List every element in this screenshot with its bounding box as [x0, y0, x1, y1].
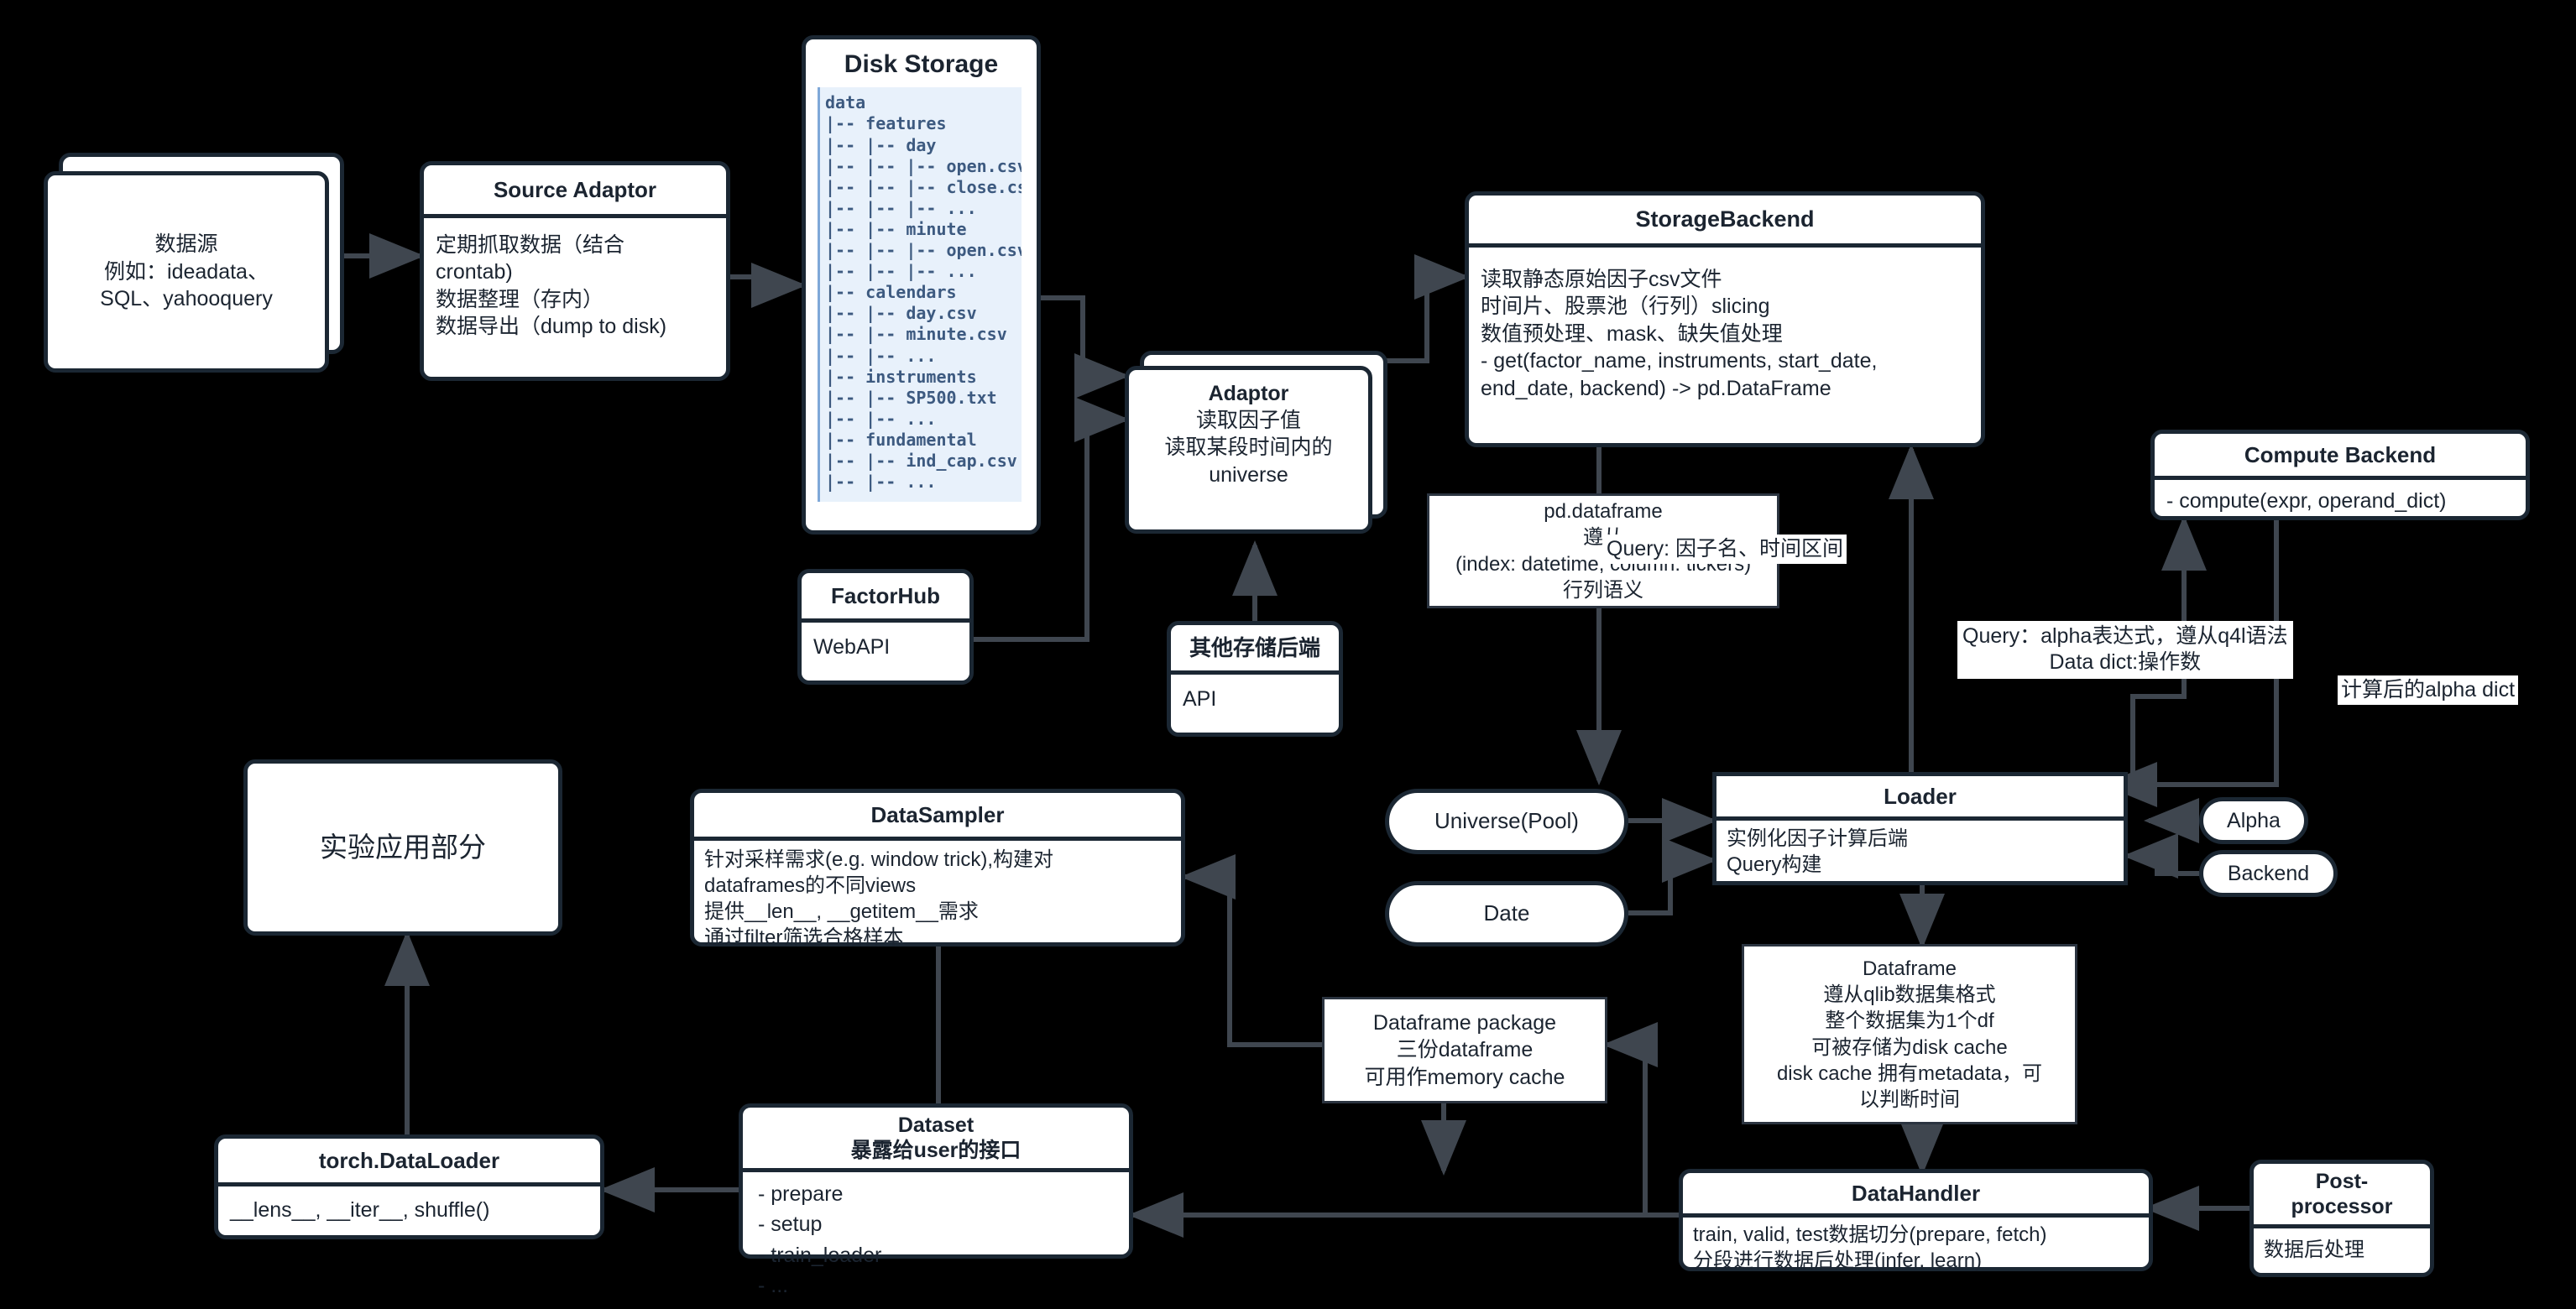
post-processor[interactable]: Post- processor 数据后处理	[2249, 1160, 2434, 1277]
edge-label-computed-alpha-dict: 计算后的alpha dict	[2338, 675, 2519, 706]
dataframe-package-body: Dataframe package 三份dataframe 可用作memory …	[1364, 1010, 1565, 1089]
storage-backend-body: 读取静态原始因子csv文件 时间片、股票池（行列）slicing 数值预处理、m…	[1481, 267, 1878, 400]
disk-storage[interactable]: Disk Storage data |-- features |-- |-- d…	[802, 35, 1041, 535]
loader-body: 实例化因子计算后端 Query构建	[1727, 827, 1908, 876]
disk-storage-title: Disk Storage	[844, 50, 999, 78]
torch-dataloader-title: torch.DataLoader	[318, 1148, 500, 1173]
adaptor-title: Adaptor	[1208, 382, 1289, 405]
other-storage-backend[interactable]: 其他存储后端 API	[1167, 621, 1343, 737]
storage-backend[interactable]: StorageBackend 读取静态原始因子csv文件 时间片、股票池（行列）…	[1465, 191, 1985, 447]
dataset-body: - prepare - setup - train_loader - ...	[758, 1182, 882, 1297]
universe-pool-label: Universe(Pool)	[1434, 808, 1579, 834]
other-storage-backend-body: API	[1183, 686, 1217, 711]
factor-hub-title: FactorHub	[831, 583, 940, 608]
compute-backend-title: Compute Backend	[2244, 442, 2437, 467]
source-adaptor-title: Source Adaptor	[493, 177, 657, 202]
torch-dataloader[interactable]: torch.DataLoader __lens__, __iter__, shu…	[214, 1134, 604, 1239]
date[interactable]: Date	[1385, 881, 1628, 947]
data-sampler[interactable]: DataSampler 针对采样需求(e.g. window trick),构建…	[690, 789, 1185, 949]
data-handler-title: DataHandler	[1851, 1181, 1981, 1206]
factor-hub[interactable]: FactorHub WebAPI	[797, 569, 974, 685]
alpha[interactable]: Alpha	[2199, 797, 2308, 844]
source-adaptor-body: 定期抓取数据（结合 crontab) 数据整理（存内） 数据导出（dump to…	[436, 232, 667, 339]
backend[interactable]: Backend	[2199, 850, 2338, 897]
data-handler-body: train, valid, test数据切分(prepare, fetch) 分…	[1693, 1223, 2047, 1272]
diagram-canvas: 数据源 例如：ideadata、 SQL、yahooquery Source A…	[0, 0, 2576, 1309]
experiment-application[interactable]: 实验应用部分	[243, 759, 562, 936]
experiment-application-body: 实验应用部分	[320, 831, 486, 863]
edge-label-query-factor-time: Query: 因子名、时间区间	[1603, 535, 1847, 565]
adaptor-body: 读取因子值 读取某段时间内的 universe	[1164, 408, 1333, 487]
dataframe-body: Dataframe 遵从qlib数据集格式 整个数据集为1个df 可被存储为di…	[1776, 957, 2043, 1111]
data-sampler-title: DataSampler	[870, 802, 1005, 827]
torch-dataloader-body: __lens__, __iter__, shuffle()	[230, 1197, 490, 1222]
universe-pool[interactable]: Universe(Pool)	[1385, 789, 1628, 854]
edge-label-query-alpha: Query：alpha表达式，遵从q4l语法 Data dict:操作数	[1957, 621, 2293, 679]
factor-hub-body: WebAPI	[813, 634, 891, 659]
data-source[interactable]: 数据源 例如：ideadata、 SQL、yahooquery	[44, 171, 329, 373]
data-source-body: 数据源 例如：ideadata、 SQL、yahooquery	[100, 232, 273, 311]
loader-title: Loader	[1884, 784, 1957, 809]
disk-storage-tree: data |-- features |-- |-- day |-- |-- |-…	[818, 87, 1022, 503]
data-sampler-body: 针对采样需求(e.g. window trick),构建对 dataframes…	[704, 847, 1054, 950]
source-adaptor[interactable]: Source Adaptor 定期抓取数据（结合 crontab) 数据整理（存…	[420, 161, 730, 381]
dataframe[interactable]: Dataframe 遵从qlib数据集格式 整个数据集为1个df 可被存储为di…	[1742, 944, 2077, 1124]
dataset[interactable]: Dataset 暴露给user的接口 - prepare - setup - t…	[739, 1103, 1133, 1297]
compute-backend[interactable]: Compute Backend - compute(expr, operand_…	[2150, 430, 2530, 520]
dataset-title: Dataset 暴露给user的接口	[850, 1113, 1022, 1162]
adaptor[interactable]: Adaptor 读取因子值 读取某段时间内的 universe	[1125, 366, 1372, 534]
backend-label: Backend	[2227, 861, 2310, 885]
date-label: Date	[1483, 900, 1530, 926]
alpha-label: Alpha	[2227, 808, 2281, 832]
data-handler[interactable]: DataHandler train, valid, test数据切分(prepa…	[1679, 1169, 2153, 1272]
post-processor-body: 数据后处理	[2264, 1239, 2364, 1261]
post-processor-title: Post- processor	[2291, 1170, 2393, 1218]
loader[interactable]: Loader 实例化因子计算后端 Query构建	[1712, 772, 2128, 885]
storage-backend-title: StorageBackend	[1635, 206, 1815, 232]
compute-backend-body: - compute(expr, operand_dict)	[2166, 488, 2447, 513]
other-storage-backend-title: 其他存储后端	[1189, 635, 1320, 660]
dataframe-package: Dataframe package 三份dataframe 可用作memory …	[1322, 997, 1607, 1103]
